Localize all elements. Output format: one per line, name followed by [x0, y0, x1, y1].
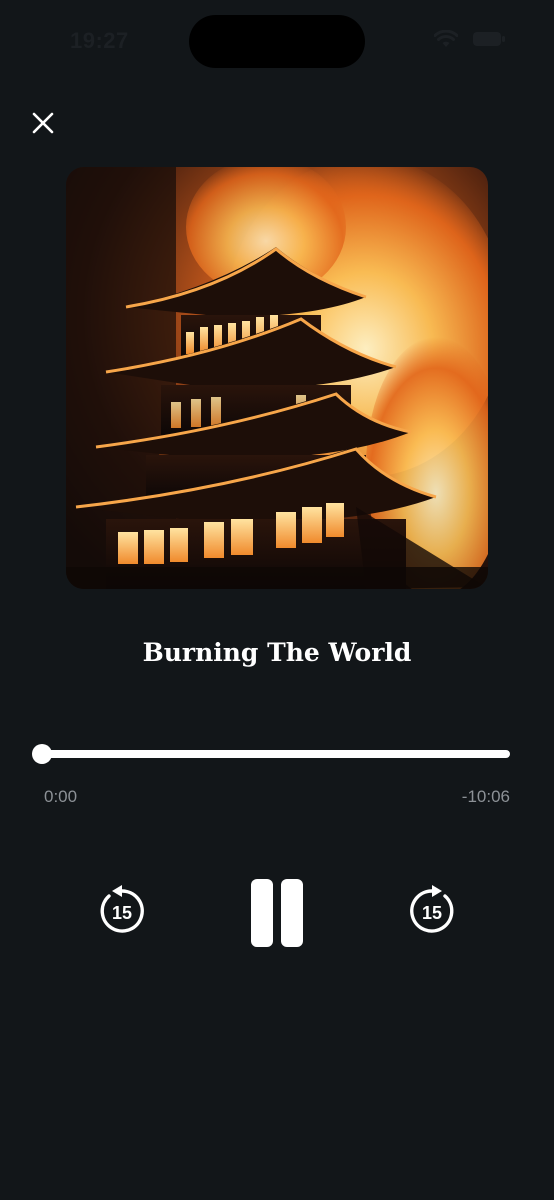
progress-thumb[interactable] — [32, 744, 52, 764]
progress-track[interactable] — [42, 750, 510, 758]
pause-bar-left — [251, 879, 273, 947]
status-icons — [433, 29, 506, 53]
status-time: 19:27 — [70, 28, 129, 53]
pause-bar-right — [281, 879, 303, 947]
forward-15-icon: 15 — [405, 884, 459, 943]
album-artwork — [66, 167, 488, 589]
skip-forward-15-button[interactable]: 15 — [405, 884, 459, 943]
skip-back-15-button[interactable]: 15 — [95, 884, 149, 943]
pause-button[interactable] — [246, 874, 308, 952]
time-remaining: -10:06 — [461, 787, 510, 806]
skip-forward-seconds: 15 — [422, 903, 442, 923]
burning-pagoda-artwork — [66, 167, 488, 589]
dynamic-island — [189, 15, 365, 68]
track-title: Burning The World — [142, 638, 412, 667]
status-bar: 19:27 — [0, 0, 554, 84]
close-button[interactable] — [26, 108, 60, 142]
battery-icon — [472, 30, 506, 53]
skip-back-seconds: 15 — [112, 903, 132, 923]
close-icon — [31, 111, 55, 140]
wifi-icon — [433, 29, 459, 53]
rewind-15-icon: 15 — [95, 884, 149, 943]
time-elapsed: 0:00 — [44, 787, 78, 806]
